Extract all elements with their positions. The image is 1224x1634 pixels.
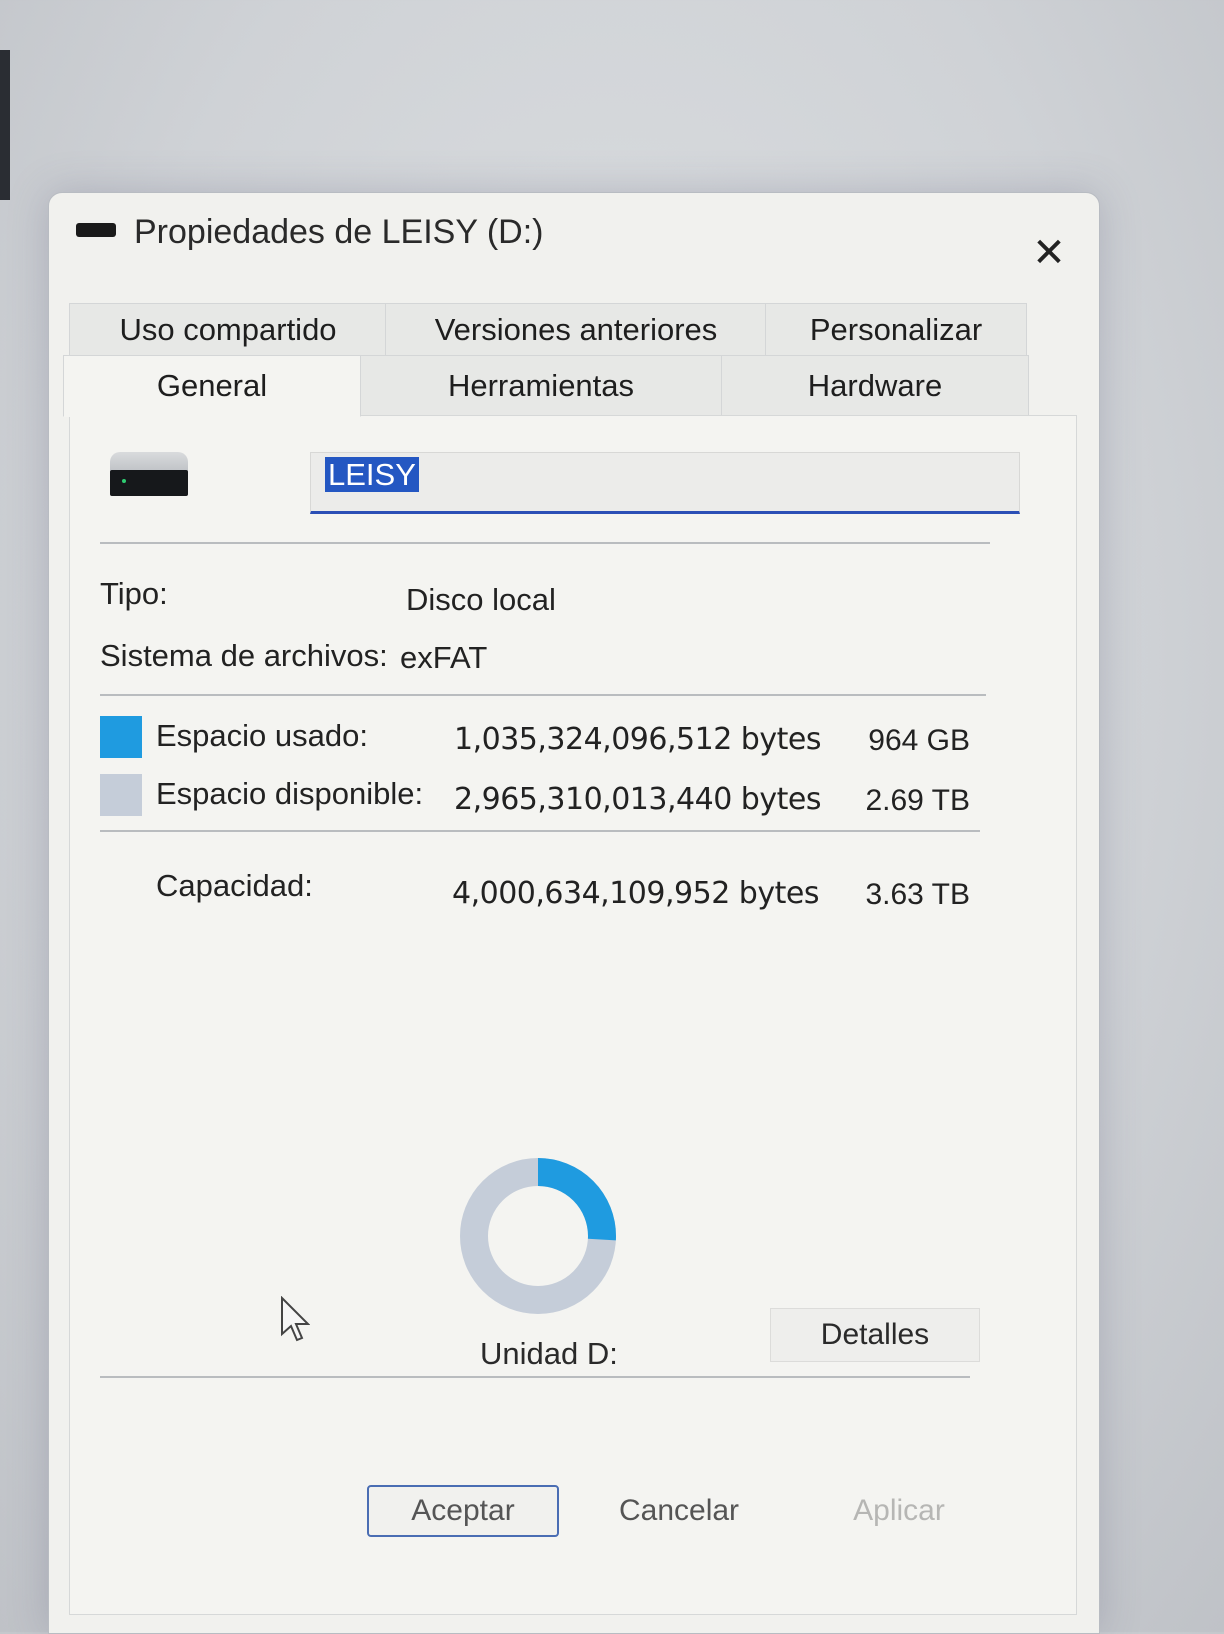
tab-hardware[interactable]: Hardware <box>721 355 1029 417</box>
free-space-bytes: 2,965,310,013,440 bytes <box>454 782 821 817</box>
tab-general[interactable]: General <box>63 355 361 417</box>
tab-uso-compartido[interactable]: Uso compartido <box>69 303 387 357</box>
used-space-size: 964 GB <box>868 724 970 757</box>
divider <box>100 1376 970 1378</box>
usage-donut-chart <box>460 1158 616 1314</box>
close-button[interactable]: ✕ <box>1027 231 1071 275</box>
free-space-swatch <box>100 774 142 816</box>
drive-name-input[interactable]: LEISY <box>310 452 1020 514</box>
properties-dialog: Propiedades de LEISY (D:) ✕ Uso comparti… <box>48 192 1100 1634</box>
title-bar: Propiedades de LEISY (D:) ✕ <box>49 193 1099 283</box>
capacity-size: 3.63 TB <box>865 878 970 911</box>
hard-drive-icon <box>110 452 188 496</box>
filesystem-label: Sistema de archivos: <box>100 638 388 673</box>
mouse-cursor-icon <box>281 1296 310 1342</box>
used-space-swatch <box>100 716 142 758</box>
background-window-edge <box>0 50 10 200</box>
details-button[interactable]: Detalles <box>770 1308 980 1362</box>
drive-name-selected-text: LEISY <box>325 457 419 492</box>
tab-herramientas[interactable]: Herramientas <box>359 355 723 417</box>
general-panel: LEISY Tipo: Disco local Sistema de archi… <box>69 415 1077 1615</box>
window-title: Propiedades de LEISY (D:) <box>134 213 544 251</box>
free-space-size: 2.69 TB <box>865 784 970 817</box>
divider <box>100 542 990 544</box>
drive-icon <box>76 223 116 237</box>
used-space-bytes: 1,035,324,096,512 bytes <box>454 722 821 757</box>
drive-letter-label: Unidad D: <box>480 1336 618 1371</box>
type-label: Tipo: <box>100 576 168 611</box>
ok-button[interactable]: Aceptar <box>367 1485 559 1537</box>
cancel-button[interactable]: Cancelar <box>589 1485 769 1537</box>
free-space-label: Espacio disponible: <box>156 776 424 811</box>
filesystem-value: exFAT <box>400 640 488 675</box>
divider <box>100 694 986 696</box>
tab-versiones-anteriores[interactable]: Versiones anteriores <box>385 303 767 357</box>
tab-personalizar[interactable]: Personalizar <box>765 303 1027 357</box>
apply-button[interactable]: Aplicar <box>809 1485 989 1537</box>
type-value: Disco local <box>406 582 556 617</box>
divider <box>100 830 980 832</box>
used-space-label: Espacio usado: <box>156 718 368 753</box>
capacity-label: Capacidad: <box>156 868 313 903</box>
capacity-bytes: 4,000,634,109,952 bytes <box>452 876 819 911</box>
